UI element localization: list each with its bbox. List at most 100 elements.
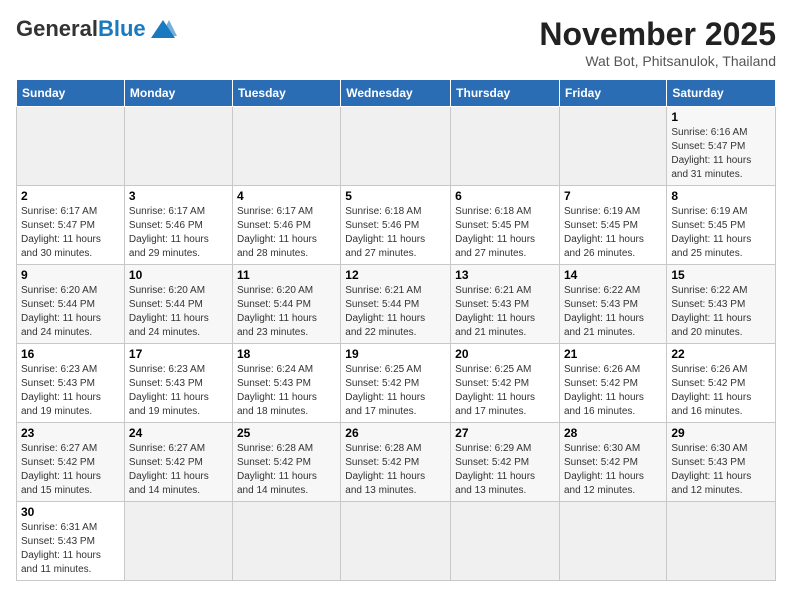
calendar-cell (124, 107, 232, 186)
calendar-cell: 28Sunrise: 6:30 AMSunset: 5:42 PMDayligh… (560, 423, 667, 502)
logo-general-text: General (16, 16, 98, 42)
calendar-week-row: 16Sunrise: 6:23 AMSunset: 5:43 PMDayligh… (17, 344, 776, 423)
day-number: 1 (671, 110, 771, 124)
day-info: Sunrise: 6:28 AMSunset: 5:42 PMDaylight:… (237, 442, 336, 498)
logo-icon (149, 18, 177, 40)
calendar-cell: 16Sunrise: 6:23 AMSunset: 5:43 PMDayligh… (17, 344, 125, 423)
day-number: 8 (671, 189, 771, 203)
calendar-cell (667, 502, 776, 581)
day-number: 7 (564, 189, 662, 203)
calendar-cell (341, 502, 451, 581)
calendar-cell (560, 107, 667, 186)
day-info: Sunrise: 6:27 AMSunset: 5:42 PMDaylight:… (21, 442, 120, 498)
weekday-header-friday: Friday (560, 80, 667, 107)
day-info: Sunrise: 6:18 AMSunset: 5:45 PMDaylight:… (455, 205, 555, 261)
logo-blue-text: Blue (98, 16, 146, 42)
weekday-header-monday: Monday (124, 80, 232, 107)
day-number: 5 (345, 189, 446, 203)
weekday-header-thursday: Thursday (451, 80, 560, 107)
calendar-table: SundayMondayTuesdayWednesdayThursdayFrid… (16, 79, 776, 581)
weekday-header-sunday: Sunday (17, 80, 125, 107)
calendar-cell: 5Sunrise: 6:18 AMSunset: 5:46 PMDaylight… (341, 186, 451, 265)
calendar-cell: 29Sunrise: 6:30 AMSunset: 5:43 PMDayligh… (667, 423, 776, 502)
day-info: Sunrise: 6:22 AMSunset: 5:43 PMDaylight:… (671, 284, 771, 340)
day-number: 9 (21, 268, 120, 282)
page-header: General Blue November 2025 Wat Bot, Phit… (16, 16, 776, 69)
calendar-cell: 14 Sunrise: 6:22 AMSunset: 5:43 PMDayligh… (560, 265, 667, 344)
day-info: Sunrise: 6:20 AMSunset: 5:44 PMDaylight:… (237, 284, 336, 340)
month-title: November 2025 (539, 16, 776, 53)
logo: General Blue (16, 16, 177, 42)
calendar-cell: 22 Sunrise: 6:26 AMSunset: 5:42 PMDayligh… (667, 344, 776, 423)
day-number: 14 (564, 268, 662, 282)
day-info: Sunrise: 6:17 AMSunset: 5:46 PMDaylight:… (237, 205, 336, 261)
calendar-cell (17, 107, 125, 186)
calendar-cell: 4 Sunrise: 6:17 AMSunset: 5:46 PMDaylight… (232, 186, 340, 265)
day-number: 4 (237, 189, 336, 203)
day-number: 24 (129, 426, 228, 440)
day-number: 21 (564, 347, 662, 361)
day-info: Sunrise: 6:26 AMSunset: 5:42 PMDaylight:… (671, 363, 771, 419)
calendar-cell: 18Sunrise: 6:24 AMSunset: 5:43 PMDayligh… (232, 344, 340, 423)
calendar-cell: 6 Sunrise: 6:18 AMSunset: 5:45 PMDaylight… (451, 186, 560, 265)
calendar-cell: 8 Sunrise: 6:19 AMSunset: 5:45 PMDaylight… (667, 186, 776, 265)
calendar-week-row: 1 Sunrise: 6:16 AMSunset: 5:47 PMDaylight… (17, 107, 776, 186)
day-info: Sunrise: 6:16 AMSunset: 5:47 PMDaylight:… (671, 126, 771, 182)
day-info: Sunrise: 6:26 AMSunset: 5:42 PMDaylight:… (564, 363, 662, 419)
day-info: Sunrise: 6:19 AMSunset: 5:45 PMDaylight:… (564, 205, 662, 261)
calendar-cell (232, 502, 340, 581)
day-info: Sunrise: 6:30 AMSunset: 5:42 PMDaylight:… (564, 442, 662, 498)
day-number: 18 (237, 347, 336, 361)
day-number: 29 (671, 426, 771, 440)
day-info: Sunrise: 6:17 AMSunset: 5:47 PMDaylight:… (21, 205, 120, 261)
calendar-cell: 7 Sunrise: 6:19 AMSunset: 5:45 PMDaylight… (560, 186, 667, 265)
day-info: Sunrise: 6:20 AMSunset: 5:44 PMDaylight:… (21, 284, 120, 340)
day-info: Sunrise: 6:23 AMSunset: 5:43 PMDaylight:… (129, 363, 228, 419)
day-number: 10 (129, 268, 228, 282)
calendar-cell (560, 502, 667, 581)
day-number: 30 (21, 505, 120, 519)
weekday-header-saturday: Saturday (667, 80, 776, 107)
day-number: 22 (671, 347, 771, 361)
day-number: 26 (345, 426, 446, 440)
day-number: 27 (455, 426, 555, 440)
day-number: 6 (455, 189, 555, 203)
location-subtitle: Wat Bot, Phitsanulok, Thailand (539, 53, 776, 69)
day-info: Sunrise: 6:21 AMSunset: 5:44 PMDaylight:… (345, 284, 446, 340)
day-info: Sunrise: 6:17 AMSunset: 5:46 PMDaylight:… (129, 205, 228, 261)
calendar-cell: 21 Sunrise: 6:26 AMSunset: 5:42 PMDayligh… (560, 344, 667, 423)
calendar-cell: 1 Sunrise: 6:16 AMSunset: 5:47 PMDaylight… (667, 107, 776, 186)
day-info: Sunrise: 6:19 AMSunset: 5:45 PMDaylight:… (671, 205, 771, 261)
calendar-cell: 23Sunrise: 6:27 AMSunset: 5:42 PMDayligh… (17, 423, 125, 502)
calendar-cell: 25 Sunrise: 6:28 AMSunset: 5:42 PMDayligh… (232, 423, 340, 502)
day-number: 12 (345, 268, 446, 282)
day-number: 25 (237, 426, 336, 440)
day-info: Sunrise: 6:22 AMSunset: 5:43 PMDaylight:… (564, 284, 662, 340)
calendar-cell (341, 107, 451, 186)
calendar-cell: 9 Sunrise: 6:20 AMSunset: 5:44 PMDaylight… (17, 265, 125, 344)
calendar-cell: 17 Sunrise: 6:23 AMSunset: 5:43 PMDayligh… (124, 344, 232, 423)
day-info: Sunrise: 6:27 AMSunset: 5:42 PMDaylight:… (129, 442, 228, 498)
calendar-cell: 24 Sunrise: 6:27 AMSunset: 5:42 PMDayligh… (124, 423, 232, 502)
day-info: Sunrise: 6:25 AMSunset: 5:42 PMDaylight:… (455, 363, 555, 419)
calendar-cell (124, 502, 232, 581)
calendar-cell: 27 Sunrise: 6:29 AMSunset: 5:42 PMDayligh… (451, 423, 560, 502)
day-info: Sunrise: 6:31 AMSunset: 5:43 PMDaylight:… (21, 521, 120, 577)
weekday-header-tuesday: Tuesday (232, 80, 340, 107)
day-info: Sunrise: 6:29 AMSunset: 5:42 PMDaylight:… (455, 442, 555, 498)
day-number: 3 (129, 189, 228, 203)
day-number: 11 (237, 268, 336, 282)
calendar-cell: 3 Sunrise: 6:17 AMSunset: 5:46 PMDaylight… (124, 186, 232, 265)
calendar-week-row: 23Sunrise: 6:27 AMSunset: 5:42 PMDayligh… (17, 423, 776, 502)
day-number: 15 (671, 268, 771, 282)
calendar-cell: 20Sunrise: 6:25 AMSunset: 5:42 PMDayligh… (451, 344, 560, 423)
calendar-cell: 10Sunrise: 6:20 AMSunset: 5:44 PMDayligh… (124, 265, 232, 344)
title-block: November 2025 Wat Bot, Phitsanulok, Thai… (539, 16, 776, 69)
day-number: 2 (21, 189, 120, 203)
calendar-cell: 13Sunrise: 6:21 AMSunset: 5:43 PMDayligh… (451, 265, 560, 344)
day-number: 17 (129, 347, 228, 361)
day-number: 13 (455, 268, 555, 282)
calendar-week-row: 9 Sunrise: 6:20 AMSunset: 5:44 PMDaylight… (17, 265, 776, 344)
calendar-cell: 11 Sunrise: 6:20 AMSunset: 5:44 PMDayligh… (232, 265, 340, 344)
day-info: Sunrise: 6:25 AMSunset: 5:42 PMDaylight:… (345, 363, 446, 419)
